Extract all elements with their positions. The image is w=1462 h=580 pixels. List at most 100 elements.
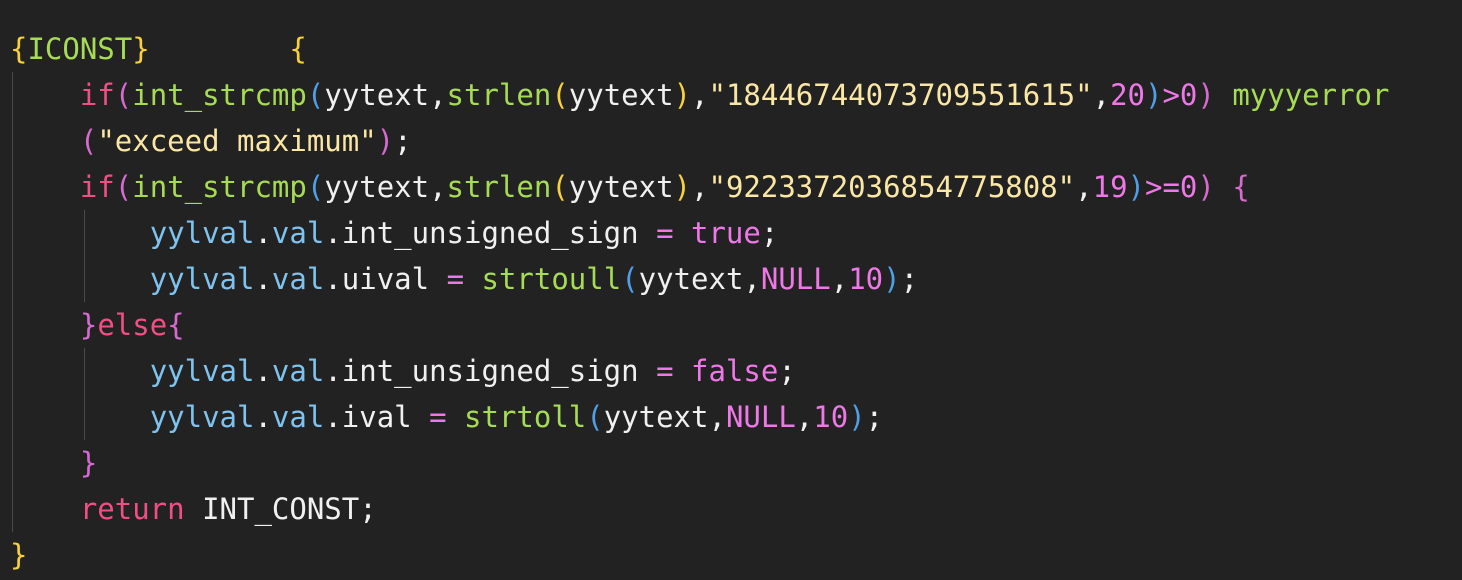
code-token: , <box>1075 170 1093 204</box>
code-line: yylval.val.int_unsigned_sign = true; <box>10 210 779 256</box>
code-line: if(int_strcmp(yytext,strlen(yytext),"184… <box>10 72 1390 118</box>
code-token: ( <box>114 78 133 112</box>
code-token: ( <box>79 124 98 158</box>
code-token: yylval <box>149 262 255 296</box>
code-token: "18446744073709551615" <box>708 78 1093 112</box>
code-token: . <box>254 354 272 388</box>
code-token: INT_CONST <box>202 492 360 526</box>
code-token: ; <box>359 492 377 526</box>
code-token: strtoull <box>481 262 622 296</box>
code-token: yytext <box>324 78 430 112</box>
code-token: int_strcmp <box>132 170 307 204</box>
code-token: ( <box>586 400 604 434</box>
code-token: yylval <box>149 216 255 250</box>
code-token: ival <box>341 400 412 434</box>
code-token: val <box>271 262 325 296</box>
code-token: , <box>1092 78 1111 112</box>
code-token: yylval <box>149 400 255 434</box>
code-line: }else{ <box>10 302 185 348</box>
code-token: ( <box>306 78 325 112</box>
code-token: val <box>271 400 325 434</box>
code-token: if <box>79 78 115 112</box>
code-token: , <box>795 400 814 434</box>
code-token: return <box>79 492 185 526</box>
code-token: ) <box>376 124 395 158</box>
code-token: = <box>429 400 447 434</box>
code-token: ) <box>673 170 692 204</box>
code-token: } <box>10 538 28 572</box>
code-token: ; <box>865 400 884 434</box>
code-line: if(int_strcmp(yytext,strlen(yytext),"922… <box>10 164 1250 210</box>
code-token: false <box>691 354 779 388</box>
code-token: . <box>324 354 342 388</box>
code-token: > <box>1162 78 1180 112</box>
code-token: 10 <box>813 400 849 434</box>
code-token: ( <box>551 78 569 112</box>
code-token: >= <box>1145 170 1180 204</box>
code-token: } <box>79 446 98 480</box>
code-token: "9223372036854775808" <box>708 170 1076 204</box>
code-token: true <box>691 216 761 250</box>
code-token: , <box>691 78 709 112</box>
code-token: { <box>10 32 28 66</box>
code-token: ICONST <box>27 32 133 66</box>
code-token: else <box>97 308 168 342</box>
code-token: "exceed maximum" <box>97 124 377 158</box>
code-token: ( <box>306 170 325 204</box>
code-line: yylval.val.ival = strtoll(yytext,NULL,10… <box>10 394 883 440</box>
code-token: . <box>254 262 272 296</box>
code-token: , <box>830 262 849 296</box>
code-token: ) <box>848 400 866 434</box>
code-token: ( <box>114 170 133 204</box>
code-token: yytext <box>568 78 674 112</box>
code-token: val <box>271 354 325 388</box>
code-line: {ICONST} { <box>10 26 307 72</box>
code-token: { <box>1232 170 1250 204</box>
code-token: . <box>324 262 342 296</box>
code-token: yytext <box>638 262 744 296</box>
code-token: yylval <box>149 354 255 388</box>
code-token: . <box>324 400 342 434</box>
code-token: val <box>271 216 325 250</box>
code-token: { <box>289 32 307 66</box>
code-token: 0 <box>1179 170 1198 204</box>
code-token: ) <box>1197 78 1215 112</box>
code-token: = <box>446 262 465 296</box>
code-line: yylval.val.int_unsigned_sign = false; <box>10 348 796 394</box>
code-token: , <box>429 78 447 112</box>
code-token: strlen <box>446 170 552 204</box>
code-token: } <box>132 32 150 66</box>
code-token: int_unsigned_sign <box>341 354 639 388</box>
code-line: } <box>10 440 97 486</box>
code-token: ; <box>394 124 412 158</box>
code-token: yytext <box>324 170 430 204</box>
code-token: int_unsigned_sign <box>341 216 639 250</box>
code-editor[interactable]: {ICONST} { if(int_strcmp(yytext,strlen(y… <box>0 0 1462 580</box>
code-token: , <box>691 170 709 204</box>
code-token: { <box>167 308 185 342</box>
code-token: = <box>656 216 674 250</box>
code-token: . <box>254 400 272 434</box>
code-token: ; <box>760 216 779 250</box>
code-token: 19 <box>1092 170 1128 204</box>
code-token: ( <box>621 262 639 296</box>
code-token: , <box>743 262 761 296</box>
code-token: 0 <box>1179 78 1198 112</box>
